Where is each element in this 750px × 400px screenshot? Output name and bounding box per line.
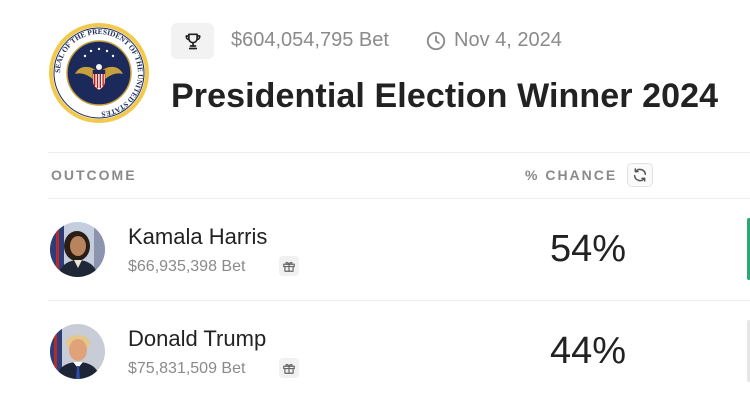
chance-value: 54%	[550, 228, 627, 270]
outcome-bet: $66,935,398 Bet	[128, 258, 246, 275]
outcome-name[interactable]: Donald Trump	[128, 326, 266, 352]
divider	[48, 300, 750, 301]
trophy-button[interactable]	[171, 23, 214, 59]
presidential-seal-logo: SEAL OF THE PRESIDENT OF THE UNITED STAT…	[49, 23, 149, 123]
outcome-name[interactable]: Kamala Harris	[128, 224, 267, 250]
gift-button[interactable]	[279, 358, 299, 378]
trophy-icon	[185, 33, 200, 50]
gift-button[interactable]	[279, 256, 299, 276]
outcome-bet: $75,831,509 Bet	[128, 360, 246, 377]
kamala-harris-avatar	[50, 222, 105, 277]
divider	[48, 152, 750, 153]
divider	[48, 198, 750, 199]
column-header-chance: % CHANCE	[525, 167, 618, 183]
chance-value: 44%	[550, 330, 627, 372]
refresh-icon	[633, 168, 647, 182]
total-volume: $604,054,795 Bet	[231, 29, 389, 51]
end-date: Nov 4, 2024	[454, 29, 562, 51]
page-title: Presidential Election Winner 2024	[171, 77, 719, 115]
clock-icon	[426, 31, 446, 51]
column-header-outcome: OUTCOME	[51, 167, 137, 183]
refresh-button[interactable]	[627, 163, 653, 187]
gift-icon	[283, 363, 295, 374]
donald-trump-avatar	[50, 324, 105, 379]
gift-icon	[283, 261, 295, 272]
